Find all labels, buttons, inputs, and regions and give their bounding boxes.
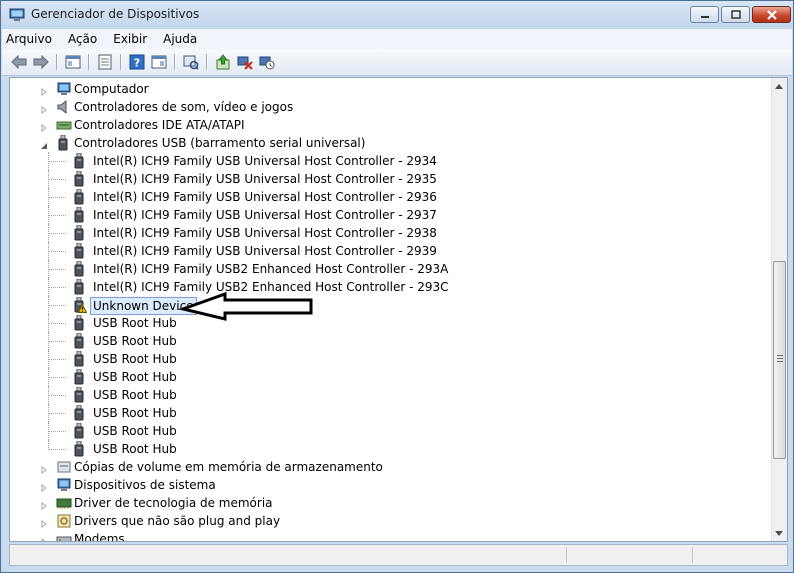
maximize-button[interactable] [721,6,750,23]
scroll-up-icon[interactable] [775,84,783,89]
update-driver-icon[interactable] [214,53,232,71]
back-icon[interactable] [10,53,28,71]
device-view-icon[interactable] [150,53,168,71]
forward-icon[interactable] [32,53,50,71]
toolbar: ? [2,49,792,76]
scrollbar-thumb[interactable] [773,261,786,459]
toolbar-separator [88,54,89,70]
menu-bar: Arquivo Ação Exibir Ajuda [2,29,792,49]
toolbar-separator [174,54,175,70]
vertical-scrollbar[interactable] [771,78,787,541]
menu-exibir[interactable]: Exibir [105,29,155,49]
status-bar [9,544,788,566]
status-panel-divider [692,547,693,563]
list-view-icon[interactable] [96,53,114,71]
toolbar-separator [56,54,57,70]
device-manager-window: Gerenciador de Dispositivos Arquivo Ação… [0,0,794,573]
resources-view-icon[interactable] [182,53,200,71]
annotation-arrow [177,291,313,321]
toolbar-separator [120,54,121,70]
device-tree-panel[interactable]: Computador Controladores de som, vídeo e … [9,77,788,542]
uninstall-device-icon[interactable] [236,53,254,71]
properties-panel-icon[interactable] [64,53,82,71]
window-title: Gerenciador de Dispositivos [31,7,200,21]
minimize-button[interactable] [690,6,719,23]
title-bar[interactable]: Gerenciador de Dispositivos [1,1,793,29]
svg-text:?: ? [134,57,140,70]
help-icon[interactable]: ? [128,53,146,71]
toolbar-separator [206,54,207,70]
menu-ajuda[interactable]: Ajuda [155,29,205,49]
menu-arquivo[interactable]: Arquivo [2,29,60,49]
close-button[interactable] [752,6,791,23]
status-panel-divider [566,547,567,563]
device-manager-app-icon [9,7,25,23]
scroll-down-icon[interactable] [775,531,783,536]
menu-acao[interactable]: Ação [60,29,105,49]
disable-device-icon[interactable] [258,53,276,71]
